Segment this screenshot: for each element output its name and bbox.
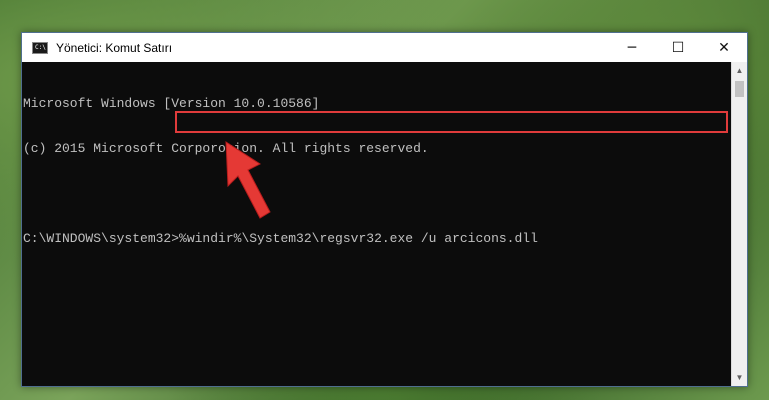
minimize-button[interactable]: ─: [609, 33, 655, 62]
scroll-up-button[interactable]: ▲: [732, 62, 747, 79]
chevron-down-icon: ▼: [735, 373, 744, 382]
close-icon: ✕: [718, 39, 730, 56]
red-arrow-icon: [225, 141, 271, 219]
cmd-app-icon: C:\: [32, 41, 48, 54]
title-bar[interactable]: C:\ Yönetici: Komut Satırı ─ ☐ ✕: [22, 33, 747, 62]
command-prompt-window[interactable]: C:\ Yönetici: Komut Satırı ─ ☐ ✕ Microso…: [21, 32, 748, 387]
window-controls: ─ ☐ ✕: [609, 33, 747, 62]
window-title: Yönetici: Komut Satırı: [56, 40, 173, 55]
command-highlight-box: [175, 111, 728, 133]
console-line: (c) 2015 Microsoft Corporotion. All righ…: [23, 141, 429, 156]
close-button[interactable]: ✕: [701, 33, 747, 62]
scroll-down-button[interactable]: ▼: [732, 369, 747, 386]
command-line: C:\WINDOWS\system32>%windir%\System32\re…: [23, 231, 730, 246]
prompt-text: C:\WINDOWS\system32>: [23, 231, 180, 246]
maximize-icon: ☐: [671, 39, 685, 56]
maximize-button[interactable]: ☐: [655, 33, 701, 62]
console-line: Microsoft Windows [Version 10.0.10586]: [23, 96, 320, 111]
scroll-thumb[interactable]: [735, 81, 744, 97]
command-text: %windir%\System32\regsvr32.exe /u arcico…: [179, 231, 538, 246]
vertical-scrollbar[interactable]: ▲ ▼: [731, 62, 747, 386]
chevron-up-icon: ▲: [735, 66, 744, 75]
minimize-icon: ─: [627, 39, 637, 56]
